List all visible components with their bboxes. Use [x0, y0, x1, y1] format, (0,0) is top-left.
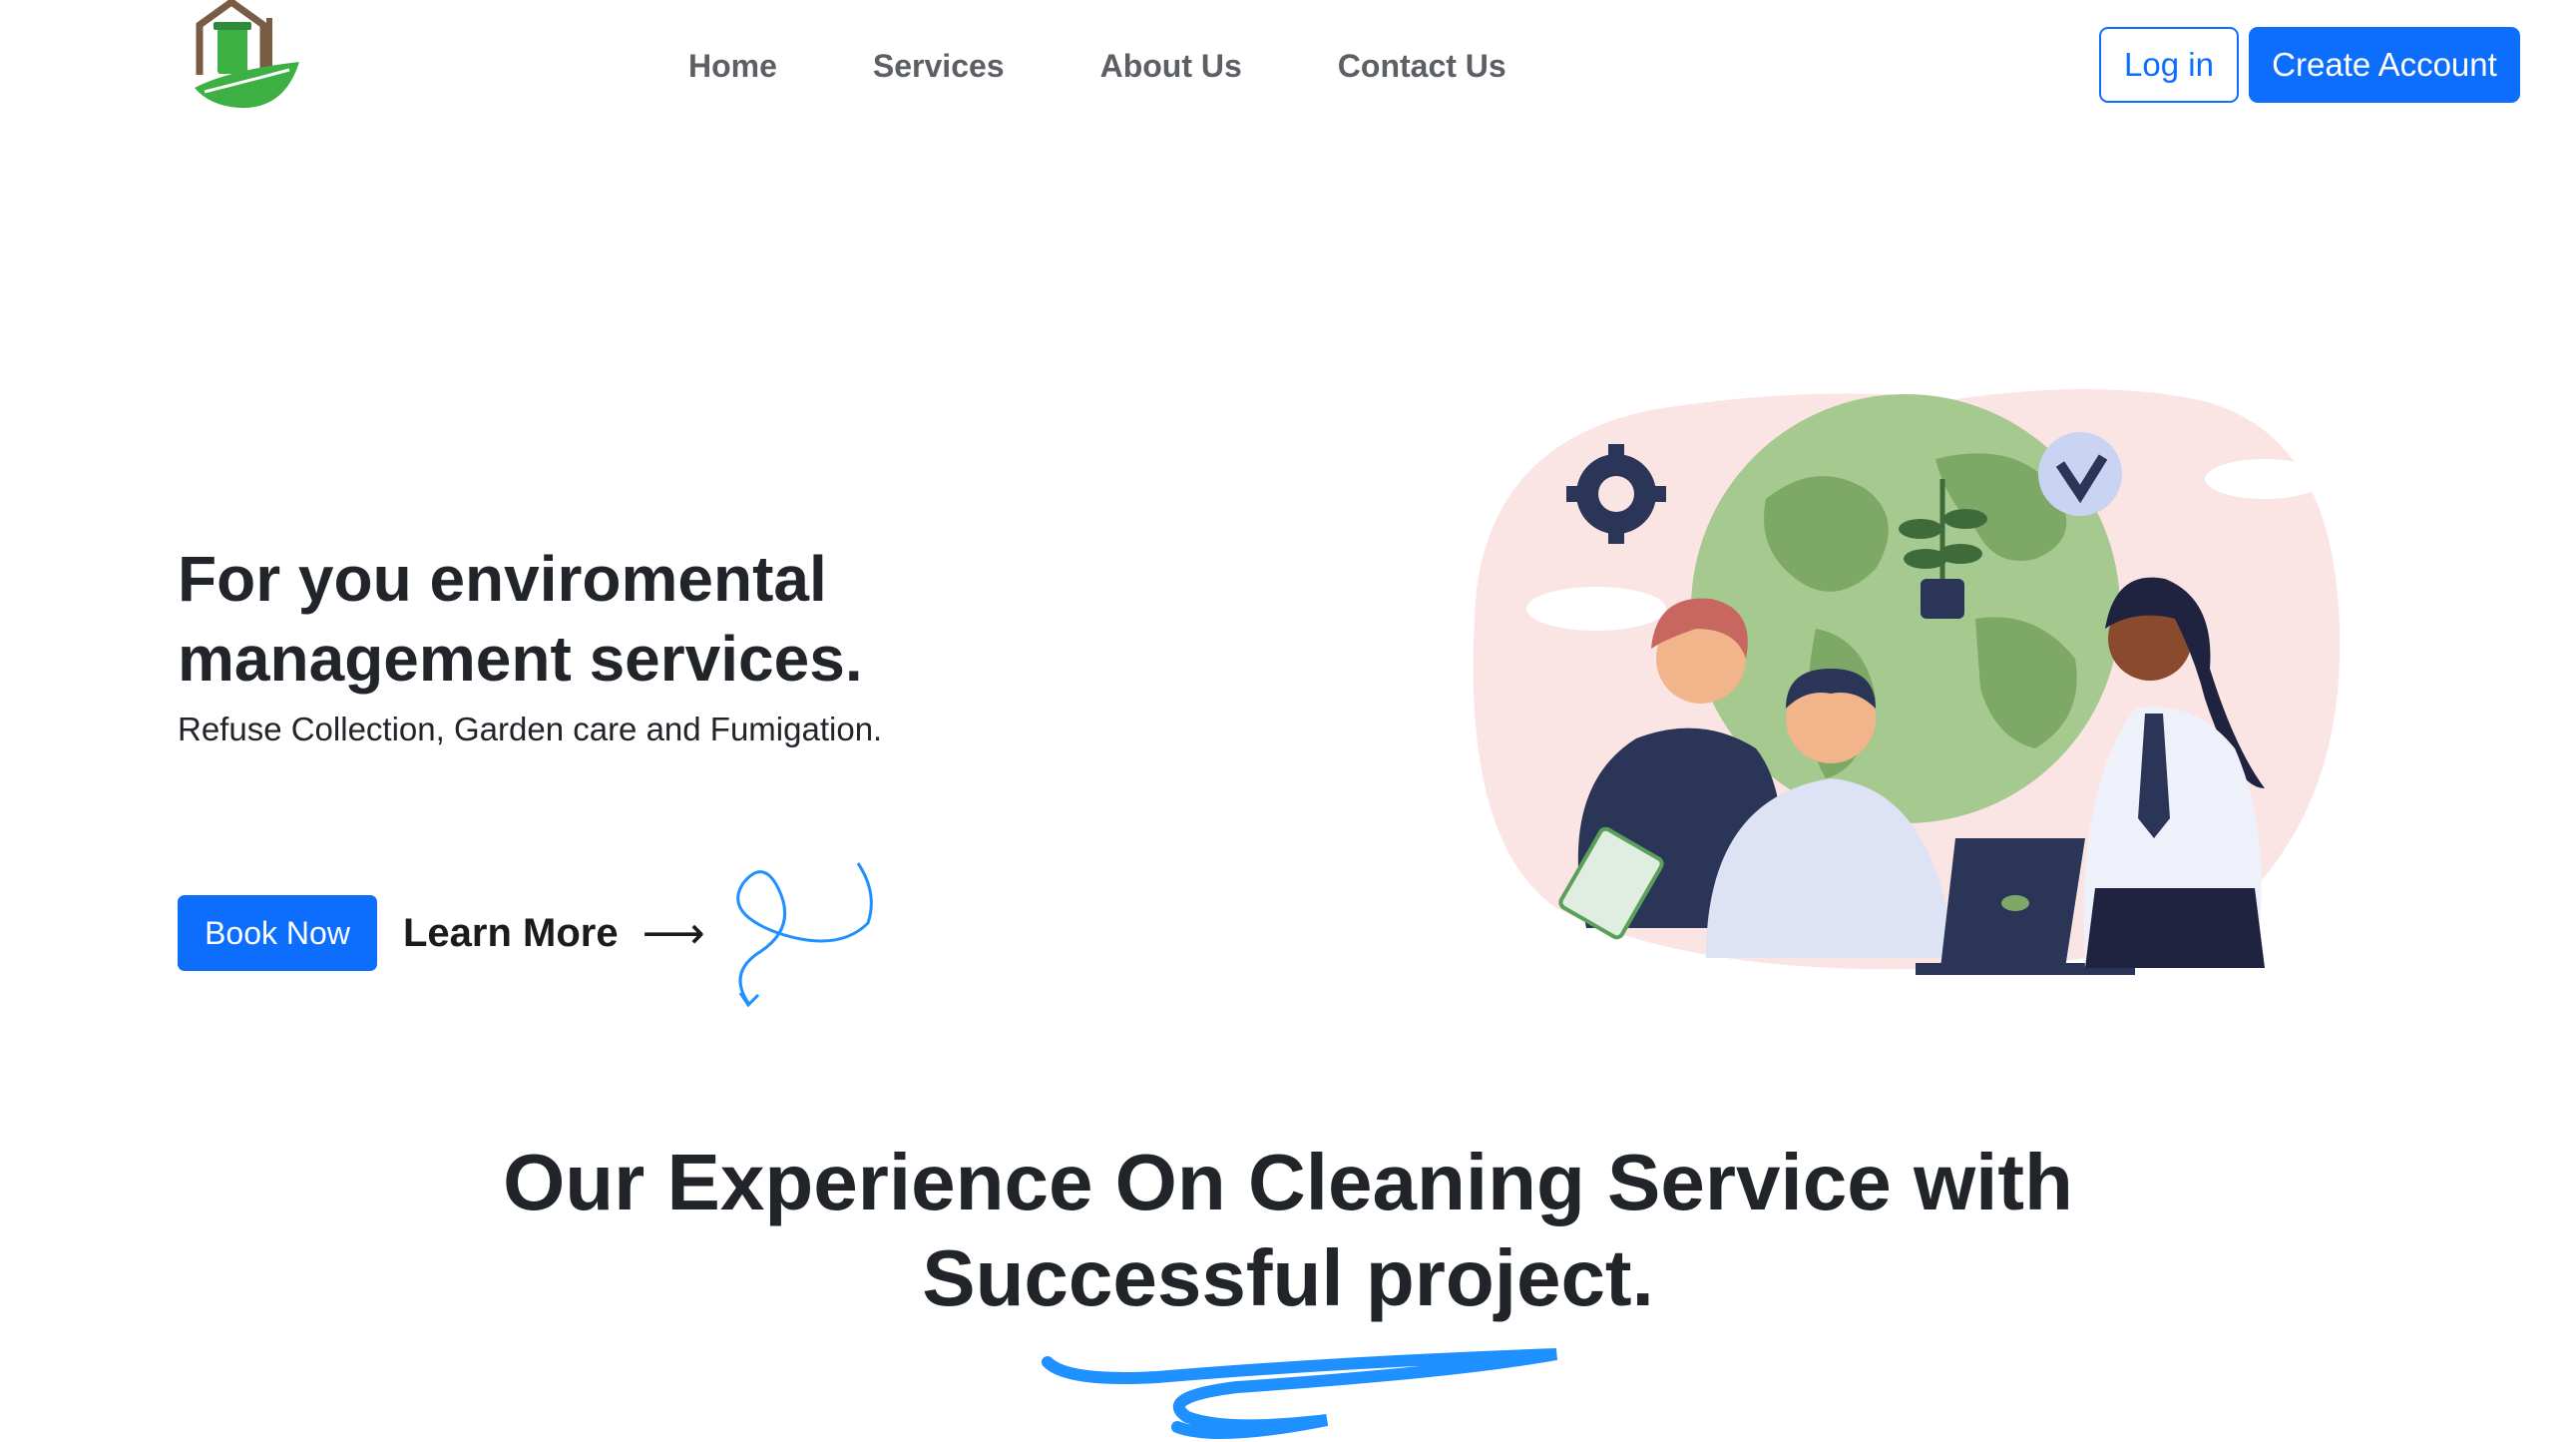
- hero-illustration: [1473, 389, 2341, 975]
- nav-services[interactable]: Services: [873, 48, 1005, 85]
- underline-swirl-decoration: [1042, 1348, 1558, 1440]
- navbar: Home Services About Us Contact Us Log in…: [0, 0, 2576, 130]
- arrow-right-icon: ⟶: [642, 908, 705, 958]
- learn-more-label: Learn More: [403, 910, 619, 955]
- nav-home[interactable]: Home: [688, 48, 777, 85]
- hero-subtitle: Refuse Collection, Garden care and Fumig…: [178, 711, 883, 747]
- section-title: Our Experience On Cleaning Service with …: [503, 1138, 2073, 1322]
- hero-title: For you enviromental management services…: [178, 543, 863, 695]
- squiggle-decoration: [736, 862, 873, 1008]
- main-nav: Home Services About Us Contact Us: [688, 38, 1506, 94]
- create-account-button[interactable]: Create Account: [2249, 27, 2520, 103]
- logo-icon[interactable]: [190, 0, 309, 115]
- check-badge-icon: [2038, 432, 2122, 516]
- nav-contact-us[interactable]: Contact Us: [1338, 48, 1506, 85]
- login-button[interactable]: Log in: [2099, 27, 2239, 103]
- nav-about-us[interactable]: About Us: [1100, 48, 1242, 85]
- learn-more-link[interactable]: Learn More ⟶: [403, 903, 705, 963]
- book-now-button[interactable]: Book Now: [178, 895, 377, 971]
